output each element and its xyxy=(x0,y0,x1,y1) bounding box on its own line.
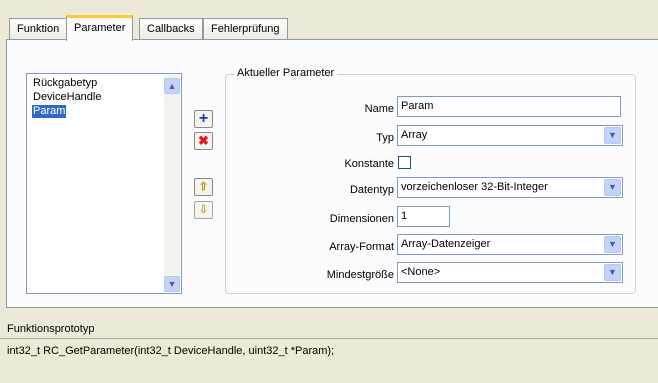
prototype-label: Funktionsprototyp xyxy=(7,323,95,335)
list-item-devicehandle[interactable]: DeviceHandle xyxy=(32,91,102,104)
chevron-down-icon[interactable]: ▼ xyxy=(604,179,621,196)
chevron-down-icon[interactable]: ▼ xyxy=(604,236,621,253)
tab-label: Funktion xyxy=(17,23,60,35)
type-select[interactable]: Array ▼ xyxy=(397,125,623,146)
type-select-value: Array xyxy=(401,129,428,141)
tab-label: Fehlerprüfung xyxy=(211,23,280,35)
type-label: Typ xyxy=(376,132,394,144)
list-item-param[interactable]: Param xyxy=(32,105,67,118)
const-checkbox[interactable] xyxy=(398,156,411,169)
prototype-text: int32_t RC_GetParameter(int32_t DeviceHa… xyxy=(0,338,658,383)
dimensions-input[interactable]: 1 xyxy=(397,206,450,227)
list-item-rueckgabetyp[interactable]: Rückgabetyp xyxy=(32,77,98,90)
min-size-label: Mindestgröße xyxy=(326,269,394,281)
scroll-up-button[interactable]: ▲ xyxy=(164,78,180,94)
tab-label: Callbacks xyxy=(147,23,195,35)
const-label: Konstante xyxy=(344,158,394,170)
array-format-select-value: Array-Datenzeiger xyxy=(401,238,491,250)
list-item-label: Rückgabetyp xyxy=(33,77,98,89)
add-parameter-button[interactable]: + xyxy=(194,110,213,128)
plus-icon: + xyxy=(198,110,209,127)
list-item-label: DeviceHandle xyxy=(33,91,102,103)
delete-x-icon: ✖ xyxy=(198,133,209,148)
datatype-label: Datentyp xyxy=(349,184,394,196)
name-label: Name xyxy=(364,103,394,115)
list-scrollbar[interactable]: ▲ ▼ xyxy=(164,75,180,292)
tab-strip: Funktion Parameter Callbacks Fehlerprüfu… xyxy=(0,14,658,41)
dimensions-label: Dimensionen xyxy=(329,213,394,225)
tab-parameter[interactable]: Parameter xyxy=(66,15,134,41)
delete-parameter-button[interactable]: ✖ xyxy=(194,132,213,150)
array-format-select[interactable]: Array-Datenzeiger ▼ xyxy=(397,234,623,255)
list-item-label: Param xyxy=(33,105,66,117)
move-down-button[interactable]: ⇩ xyxy=(194,201,213,219)
tab-callbacks[interactable]: Callbacks xyxy=(139,18,203,40)
tab-label: Parameter xyxy=(74,22,126,34)
window-top-edge xyxy=(0,0,658,9)
chevron-up-icon: ▲ xyxy=(167,81,177,91)
min-size-select[interactable]: <None> ▼ xyxy=(397,262,623,283)
chevron-down-icon[interactable]: ▼ xyxy=(604,127,621,144)
datatype-select[interactable]: vorzeichenloser 32-Bit-Integer ▼ xyxy=(397,177,623,198)
tab-fehlerpruefung[interactable]: Fehlerprüfung xyxy=(203,18,288,40)
name-input[interactable]: Param xyxy=(397,96,621,117)
min-size-select-value: <None> xyxy=(401,266,441,278)
move-up-button[interactable]: ⇧ xyxy=(194,178,213,196)
chevron-down-icon[interactable]: ▼ xyxy=(604,264,621,281)
group-title: Aktueller Parameter xyxy=(234,67,338,80)
chevron-down-icon: ▼ xyxy=(167,279,177,289)
scroll-down-button[interactable]: ▼ xyxy=(164,276,180,292)
arrow-down-icon: ⇩ xyxy=(198,204,209,216)
arrow-up-icon: ⇧ xyxy=(198,181,209,193)
tab-funktion[interactable]: Funktion xyxy=(9,18,68,40)
array-format-label: Array-Format xyxy=(329,241,394,253)
datatype-select-value: vorzeichenloser 32-Bit-Integer xyxy=(401,181,548,193)
parameter-listbox[interactable]: Rückgabetyp DeviceHandle Param ▲ ▼ xyxy=(26,73,182,294)
